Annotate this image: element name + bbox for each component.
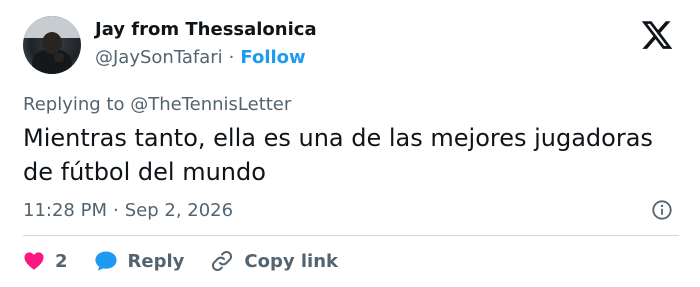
replying-to: Replying to @TheTennisLetter	[23, 94, 291, 115]
copy-link-label: Copy link	[244, 250, 338, 272]
reply-mention[interactable]: @TheTennisLetter	[130, 94, 291, 115]
timestamp[interactable]: 11:28 PM · Sep 2, 2026	[23, 200, 233, 221]
speech-bubble-icon	[94, 251, 117, 271]
like-button[interactable]: 2	[23, 250, 68, 272]
link-icon	[212, 250, 233, 272]
tweet-time: 11:28 PM	[23, 200, 107, 221]
x-logo-icon[interactable]	[640, 18, 674, 52]
follow-button[interactable]: Follow	[240, 47, 305, 68]
display-name[interactable]: Jay from Thessalonica	[95, 19, 317, 40]
replying-prefix: Replying to	[23, 94, 125, 115]
info-icon[interactable]	[651, 199, 673, 221]
divider	[23, 235, 679, 236]
like-count: 2	[55, 250, 68, 272]
avatar[interactable]	[23, 16, 81, 74]
tweet-text: Mientras tanto, ella es una de las mejor…	[23, 124, 653, 186]
user-handle[interactable]: @JaySonTafari	[95, 47, 223, 68]
heart-icon	[24, 252, 44, 270]
time-separator: ·	[112, 200, 119, 221]
copy-link-button[interactable]: Copy link	[210, 249, 338, 273]
handle-separator: ·	[228, 47, 235, 68]
handle-row: @JaySonTafari · Follow	[95, 47, 306, 68]
tweet-date: Sep 2, 2026	[124, 200, 234, 221]
reply-button[interactable]: Reply	[94, 250, 185, 272]
action-bar: 2 Reply Copy link	[23, 248, 364, 274]
reply-label: Reply	[127, 250, 185, 272]
